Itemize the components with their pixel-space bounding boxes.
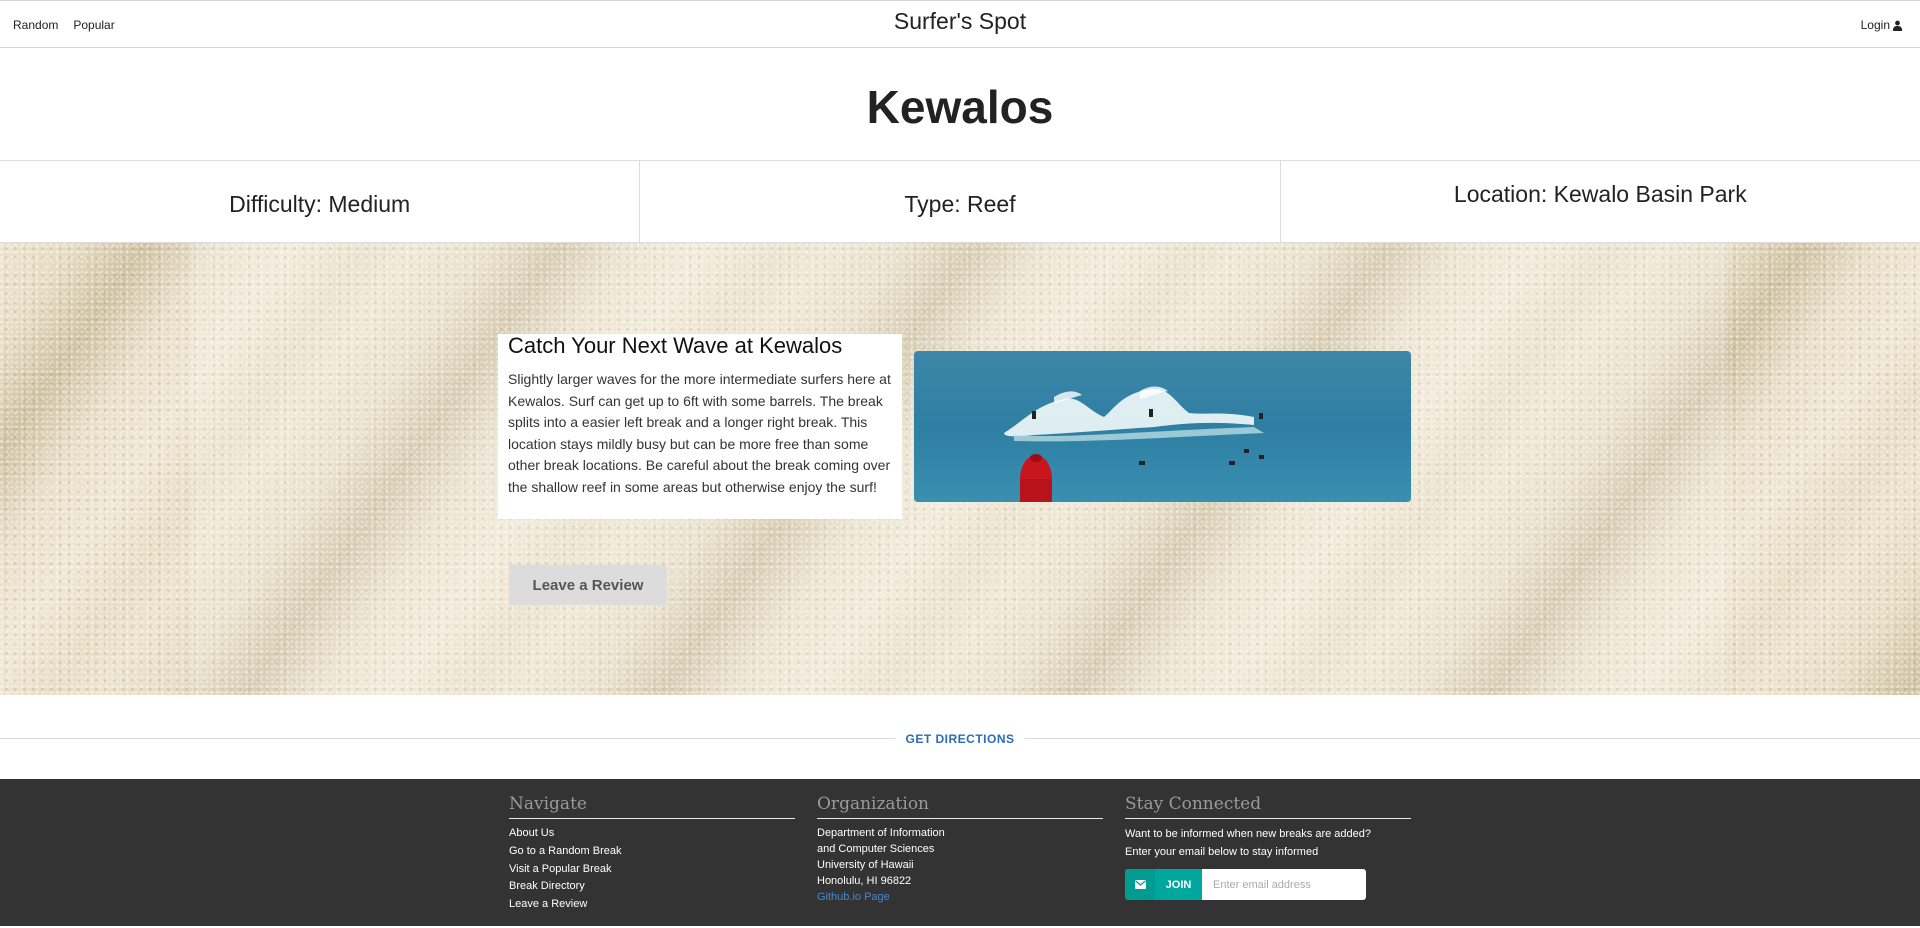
stay-line-1: Want to be informed when new breaks are …: [1125, 828, 1372, 840]
break-photo: [914, 351, 1411, 502]
footer-stay-connected-column: Stay Connected Want to be informed when …: [1125, 794, 1411, 900]
footer-link-break-directory[interactable]: Break Directory: [509, 878, 795, 896]
page-title: Kewalos: [866, 81, 1054, 133]
footer-organization-title: Organization: [817, 794, 1103, 819]
type-cell: Type: Reef: [640, 161, 1281, 242]
login-label: Login: [1860, 18, 1890, 32]
org-line: Honolulu, HI 96822: [817, 875, 912, 887]
login-link[interactable]: Login: [1861, 18, 1903, 32]
user-icon: [1892, 20, 1903, 31]
stay-line-2: Enter your email below to stay informed: [1125, 846, 1319, 858]
stay-connected-text: Want to be informed when new breaks are …: [1125, 825, 1411, 861]
leave-review-button[interactable]: Leave a Review: [509, 565, 667, 605]
envelope-icon: [1125, 869, 1155, 900]
org-line: University of Hawaii: [817, 859, 914, 871]
email-input[interactable]: [1202, 869, 1366, 900]
footer-link-leave-review[interactable]: Leave a Review: [509, 896, 795, 914]
footer-link-about[interactable]: About Us: [509, 825, 795, 843]
get-directions-link[interactable]: GET DIRECTIONS: [895, 732, 1025, 746]
footer: Navigate About Us Go to a Random Break V…: [0, 779, 1920, 926]
type-text: Type: Reef: [904, 191, 1016, 217]
join-label: JOIN: [1165, 878, 1192, 891]
footer-stay-title: Stay Connected: [1125, 794, 1411, 819]
top-navbar: Random Popular Surfer's Spot Login: [0, 0, 1920, 48]
site-brand[interactable]: Surfer's Spot: [0, 8, 1920, 35]
footer-navigate-title: Navigate: [509, 794, 795, 819]
description-heading: Catch Your Next Wave at Kewalos: [508, 333, 843, 358]
newsletter-form: JOIN: [1125, 869, 1366, 900]
directions-divider: GET DIRECTIONS: [0, 728, 1920, 748]
location-cell: Location: Kewalo Basin Park: [1281, 161, 1920, 242]
difficulty-cell: Difficulty: Medium: [0, 161, 641, 242]
break-info-strip: Difficulty: Medium Type: Reef Location: …: [0, 160, 1920, 243]
directions-label-wrap: GET DIRECTIONS: [0, 730, 1920, 748]
location-text: Location: Kewalo Basin Park: [1453, 181, 1747, 207]
footer-navigate-column: Navigate About Us Go to a Random Break V…: [509, 794, 795, 914]
organization-address: Department of Information and Computer S…: [817, 825, 1103, 905]
wave-photo-image: [914, 351, 1411, 502]
org-line: and Computer Sciences: [817, 843, 935, 855]
org-line: Department of Information: [817, 827, 945, 839]
footer-navigate-list: About Us Go to a Random Break Visit a Po…: [509, 825, 795, 914]
footer-link-popular-break[interactable]: Visit a Popular Break: [509, 861, 795, 879]
github-page-link[interactable]: Github.io Page: [817, 889, 1103, 905]
difficulty-text: Difficulty: Medium: [229, 191, 411, 217]
footer-organization-column: Organization Department of Information a…: [817, 794, 1103, 905]
description-text: Slightly larger waves for the more inter…: [508, 371, 891, 495]
footer-link-random-break[interactable]: Go to a Random Break: [509, 843, 795, 861]
join-button[interactable]: JOIN: [1125, 869, 1202, 900]
description-card: Catch Your Next Wave at Kewalos Slightly…: [498, 333, 902, 519]
